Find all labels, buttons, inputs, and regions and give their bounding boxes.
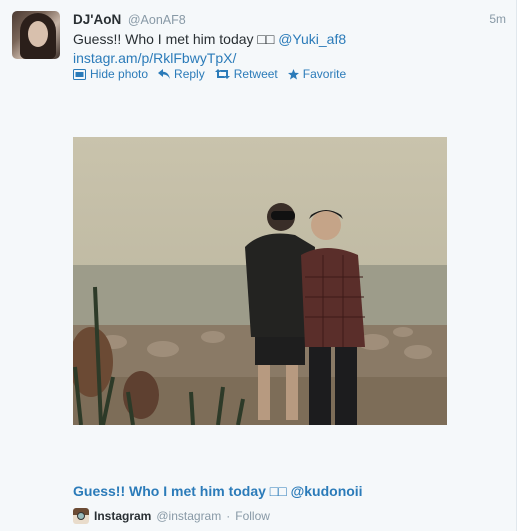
tweet-actions: Hide photo Reply Retweet Favorite <box>73 67 346 81</box>
fullname[interactable]: DJ'AoN <box>73 12 121 27</box>
reply-label: Reply <box>174 67 205 81</box>
avatar[interactable] <box>12 11 60 59</box>
tweet-photo[interactable] <box>73 137 447 425</box>
app-handle[interactable]: @instagram <box>156 509 221 523</box>
retweet-icon <box>214 69 230 79</box>
tweet-text-body: Guess!! Who I met him today □□ <box>73 31 279 47</box>
instagram-link[interactable]: instagr.am/p/RklFbwyTpX/ <box>73 49 493 68</box>
tweet-text: Guess!! Who I met him today □□ @Yuki_af8… <box>73 30 493 68</box>
tweet-header: DJ'AoN @AonAF8 5m <box>73 12 506 30</box>
timestamp[interactable]: 5m <box>489 12 506 26</box>
instagram-icon[interactable] <box>73 508 89 524</box>
favorite-label: Favorite <box>302 67 347 81</box>
hide-photo-action[interactable]: Hide photo <box>73 67 148 81</box>
photo-icon <box>73 68 86 80</box>
separator: · <box>226 509 231 523</box>
photo-caption[interactable]: Guess!! Who I met him today □□ @kudonoii <box>73 483 363 499</box>
favorite-action[interactable]: Favorite <box>287 67 347 81</box>
mention-link[interactable]: @Yuki_af8 <box>278 31 346 47</box>
photo-image <box>73 137 447 425</box>
reply-action[interactable]: Reply <box>158 67 205 81</box>
screenname[interactable]: @AonAF8 <box>128 13 186 27</box>
media-attribution: Instagram @instagram · Follow <box>73 508 270 524</box>
hide-photo-label: Hide photo <box>90 67 149 81</box>
star-icon <box>287 68 299 79</box>
follow-link[interactable]: Follow <box>235 509 270 523</box>
retweet-label: Retweet <box>233 67 278 81</box>
retweet-action[interactable]: Retweet <box>214 67 278 81</box>
reply-icon <box>158 69 171 79</box>
app-name[interactable]: Instagram <box>94 509 151 523</box>
avatar-face <box>28 21 48 47</box>
tweet: DJ'AoN @AonAF8 5m Guess!! Who I met him … <box>0 0 517 531</box>
